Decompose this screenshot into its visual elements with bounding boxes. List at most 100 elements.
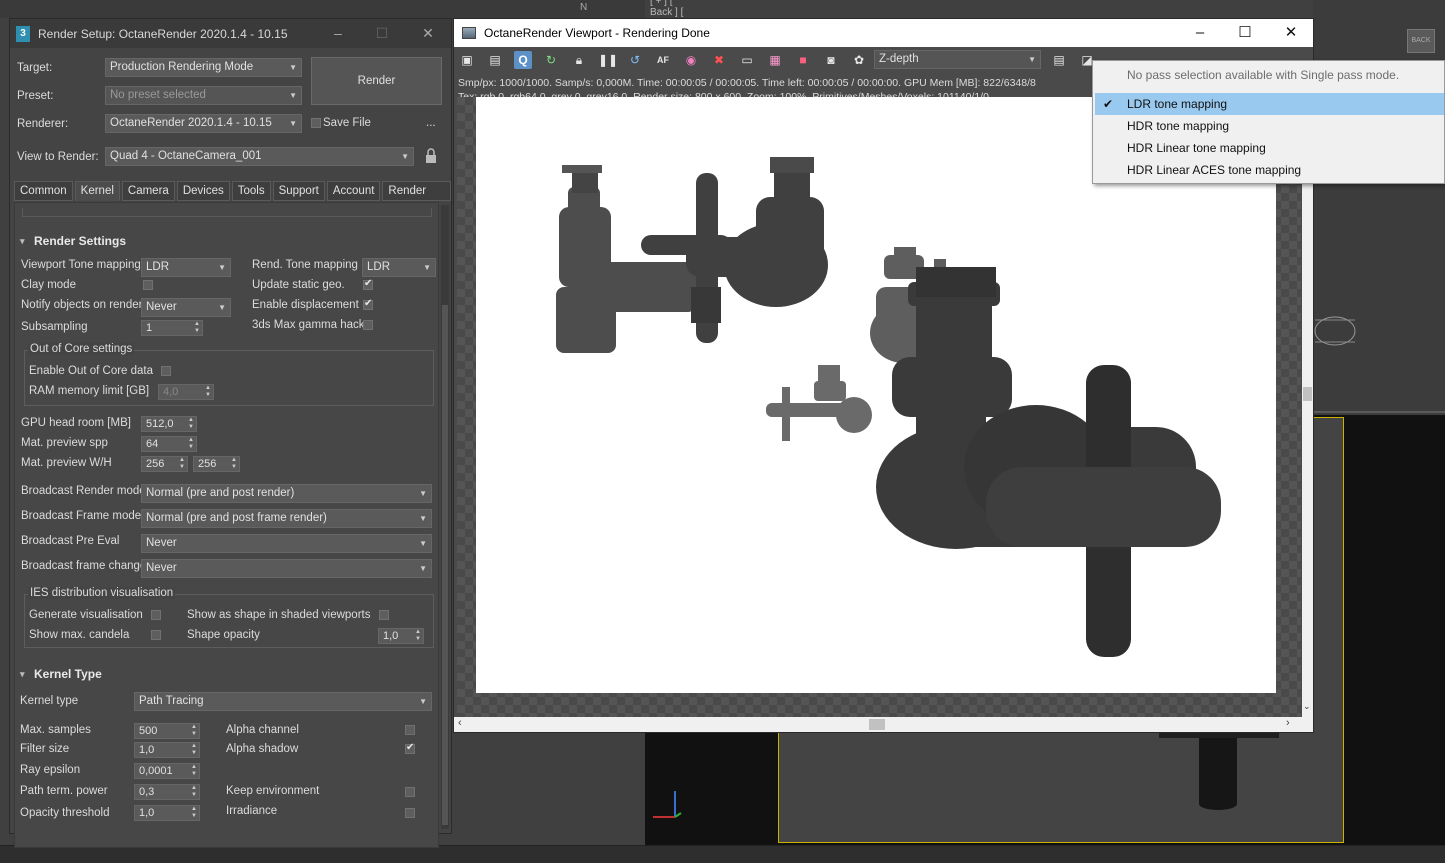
render-setup-window[interactable]: 3 Render Setup: OctaneRender 2020.1.4 - … bbox=[9, 18, 452, 848]
opacity-threshold-spinner[interactable]: 1,0 ▲ ▼ bbox=[134, 805, 200, 821]
notify-dropdown[interactable]: Never ▼ bbox=[141, 298, 231, 317]
render-button[interactable]: Render bbox=[311, 57, 442, 105]
close-icon[interactable]: ✕ bbox=[1280, 23, 1302, 43]
tab-camera[interactable]: Camera bbox=[121, 181, 175, 201]
ray-epsilon-spinner[interactable]: 0,0001 ▲ ▼ bbox=[134, 763, 200, 779]
refresh-icon[interactable]: ↻ bbox=[542, 51, 560, 69]
camera-icon[interactable]: ◙ bbox=[822, 51, 840, 69]
ooc-enable-checkbox[interactable] bbox=[161, 366, 171, 376]
save-image-icon[interactable]: ▣ bbox=[458, 51, 476, 69]
render-setup-titlebar[interactable]: 3 Render Setup: OctaneRender 2020.1.4 - … bbox=[10, 19, 451, 48]
show-shape-checkbox[interactable] bbox=[379, 610, 389, 620]
spinner-arrows-icon[interactable]: ▲ ▼ bbox=[188, 417, 194, 431]
gpu-headroom-spinner[interactable]: 512,0 ▲ ▼ bbox=[141, 416, 197, 432]
irradiance-checkbox[interactable] bbox=[405, 808, 415, 818]
tab-support[interactable]: Support bbox=[272, 181, 325, 201]
spinner-arrows-icon[interactable]: ▲ ▼ bbox=[191, 724, 197, 738]
scrollbar-thumb[interactable] bbox=[442, 305, 448, 825]
menu-item-hdr[interactable]: HDR tone mapping bbox=[1095, 115, 1444, 137]
enable-displacement-checkbox[interactable] bbox=[363, 298, 373, 310]
render-pass-dropdown[interactable]: Z-depth ▼ bbox=[874, 50, 1041, 69]
save-file-checkbox[interactable] bbox=[311, 118, 321, 128]
gen-vis-checkbox[interactable] bbox=[151, 610, 161, 620]
target-dropdown[interactable]: Production Rendering Mode ▼ bbox=[105, 58, 302, 77]
keep-env-checkbox[interactable] bbox=[405, 787, 415, 797]
minimize-icon[interactable]: – bbox=[1189, 23, 1211, 43]
bc-fchange-dropdown[interactable]: Never ▼ bbox=[141, 559, 432, 578]
lock-icon[interactable] bbox=[425, 148, 437, 164]
ram-limit-spinner[interactable]: 4,0 ▲ ▼ bbox=[158, 384, 214, 400]
clay-mode-checkbox[interactable] bbox=[143, 280, 153, 290]
autofocus-icon[interactable]: AF bbox=[654, 51, 672, 69]
pause-icon[interactable]: ❚❚ bbox=[598, 51, 618, 69]
kernel-type-dropdown[interactable]: Path Tracing ▼ bbox=[134, 692, 432, 711]
spinner-arrows-icon[interactable]: ▲ ▼ bbox=[191, 764, 197, 778]
restart-icon[interactable]: ↺ bbox=[626, 51, 644, 69]
minimize-icon[interactable]: – bbox=[328, 23, 348, 43]
viewport-titlebar[interactable]: OctaneRender Viewport - Rendering Done –… bbox=[454, 19, 1313, 47]
kernel-type-header[interactable]: Kernel Type bbox=[14, 664, 435, 684]
path-term-spinner[interactable]: 0,3 ▲ ▼ bbox=[134, 784, 200, 800]
chevron-left-icon[interactable]: ‹ bbox=[458, 717, 462, 729]
render-setup-scrollbar[interactable] bbox=[441, 205, 449, 829]
view-to-render-dropdown[interactable]: Quad 4 - OctaneCamera_001 ▼ bbox=[105, 147, 414, 166]
spinner-arrows-icon[interactable]: ▲ ▼ bbox=[194, 321, 200, 335]
spinner-arrows-icon[interactable]: ▲ ▼ bbox=[205, 385, 211, 399]
mat-spp-spinner[interactable]: 64 ▲ ▼ bbox=[141, 436, 197, 452]
shape-opacity-spinner[interactable]: 1,0 ▲ ▼ bbox=[378, 628, 424, 644]
rend-tone-dropdown[interactable]: LDR ▼ bbox=[362, 258, 436, 277]
tab-render-elements[interactable]: Render Elements bbox=[382, 181, 451, 215]
clone-icon[interactable]: ▤ bbox=[486, 51, 504, 69]
pick-material-icon[interactable]: ✖ bbox=[710, 51, 728, 69]
max-samples-spinner[interactable]: 500 ▲ ▼ bbox=[134, 723, 200, 739]
bc-frame-dropdown[interactable]: Normal (pre and post frame render) ▼ bbox=[141, 509, 432, 528]
viewport-horizontal-scrollbar[interactable]: ‹ › bbox=[454, 717, 1313, 732]
region-render-icon[interactable]: ▭ bbox=[738, 51, 756, 69]
show-max-checkbox[interactable] bbox=[151, 630, 161, 640]
viewcube[interactable]: BACK bbox=[1407, 29, 1435, 53]
menu-item-ldr[interactable]: ✔ LDR tone mapping bbox=[1095, 93, 1444, 115]
hscroll-thumb[interactable] bbox=[869, 719, 885, 730]
tone-mapping-menu[interactable]: No pass selection available with Single … bbox=[1092, 60, 1445, 184]
preset-dropdown[interactable]: No preset selected ▼ bbox=[105, 86, 302, 105]
alpha-shadow-checkbox[interactable] bbox=[405, 742, 415, 754]
spinner-arrows-icon[interactable]: ▲ ▼ bbox=[191, 785, 197, 799]
maximize-icon[interactable]: ☐ bbox=[372, 23, 392, 43]
more-options-button[interactable]: ... bbox=[426, 117, 436, 129]
layer-table-icon[interactable]: ▤ bbox=[1050, 51, 1068, 69]
spinner-arrows-icon[interactable]: ▲ ▼ bbox=[191, 806, 197, 820]
render-canvas[interactable] bbox=[476, 97, 1276, 693]
tab-tools[interactable]: Tools bbox=[231, 181, 271, 201]
settings-icon[interactable]: ✿ bbox=[850, 51, 868, 69]
render-settings-header[interactable]: Render Settings bbox=[14, 231, 435, 251]
subsampling-spinner[interactable]: 1 ▲ ▼ bbox=[141, 320, 203, 336]
chevron-right-icon[interactable]: › bbox=[1286, 717, 1290, 729]
gamma-hack-checkbox[interactable] bbox=[363, 320, 373, 330]
bc-preeval-dropdown[interactable]: Never ▼ bbox=[141, 534, 432, 553]
chevron-down-icon[interactable]: ⌄ bbox=[1303, 701, 1311, 712]
lock-icon[interactable]: 🔒︎ bbox=[570, 51, 588, 69]
close-icon[interactable]: ✕ bbox=[418, 23, 438, 43]
alpha-channel-checkbox[interactable] bbox=[405, 725, 415, 735]
color-picker-icon[interactable]: ◉ bbox=[682, 51, 700, 69]
renderer-dropdown[interactable]: OctaneRender 2020.1.4 - 10.15 ▼ bbox=[105, 114, 302, 133]
mat-h-spinner[interactable]: 256 ▲ ▼ bbox=[193, 456, 240, 472]
mat-w-spinner[interactable]: 256 ▲ ▼ bbox=[141, 456, 188, 472]
viewport-tone-dropdown[interactable]: LDR ▼ bbox=[141, 258, 231, 277]
spinner-arrows-icon[interactable]: ▲ ▼ bbox=[415, 629, 421, 643]
tab-devices[interactable]: Devices bbox=[176, 181, 230, 201]
spinner-arrows-icon[interactable]: ▲ ▼ bbox=[188, 437, 194, 451]
material-icon[interactable]: ■ bbox=[794, 51, 812, 69]
bc-render-dropdown[interactable]: Normal (pre and post render) ▼ bbox=[141, 484, 432, 503]
maximize-icon[interactable]: ☐ bbox=[1234, 23, 1256, 43]
menu-item-hdr-linear-aces[interactable]: HDR Linear ACES tone mapping bbox=[1095, 159, 1444, 181]
filter-size-spinner[interactable]: 1,0 ▲ ▼ bbox=[134, 742, 200, 758]
vscroll-thumb[interactable] bbox=[1303, 387, 1312, 401]
tab-account[interactable]: Account bbox=[326, 181, 381, 201]
quick-render-icon[interactable]: Q bbox=[514, 51, 532, 69]
spinner-arrows-icon[interactable]: ▲ ▼ bbox=[179, 457, 185, 471]
spinner-arrows-icon[interactable]: ▲ ▼ bbox=[191, 743, 197, 757]
film-region-icon[interactable]: ▦ bbox=[766, 51, 784, 69]
tab-common[interactable]: Common bbox=[14, 181, 73, 201]
menu-item-hdr-linear[interactable]: HDR Linear tone mapping bbox=[1095, 137, 1444, 159]
